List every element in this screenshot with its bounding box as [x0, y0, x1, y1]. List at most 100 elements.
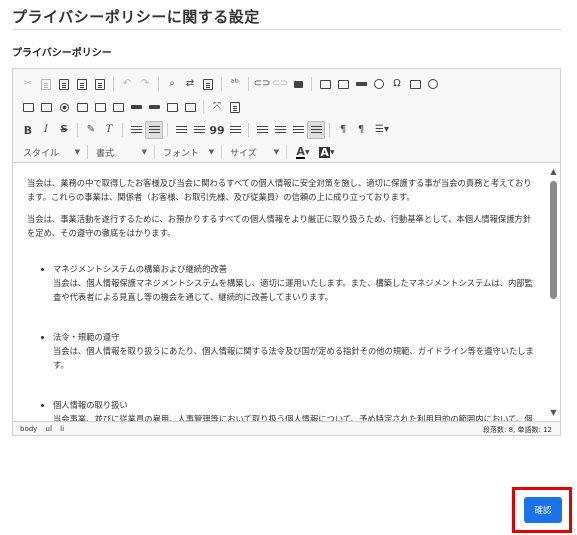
align-justify-icon[interactable] [307, 121, 325, 139]
toolbar-separator [122, 123, 123, 137]
list-item-body: 当会は、個人情報保護マネジメントシステムを構築し、適切に運用いたします。また、構… [53, 278, 533, 302]
style-combo-label: スタイル [23, 148, 60, 159]
remove-format-button[interactable]: T [100, 121, 118, 139]
strikethrough-button[interactable]: S [55, 121, 73, 139]
link-icon[interactable]: ⊂⊃ [253, 75, 271, 93]
confirm-button[interactable]: 確認 [524, 497, 562, 523]
horizontal-line-icon[interactable] [352, 75, 370, 93]
toolbar-separator [113, 77, 114, 91]
toolbar-separator [248, 123, 249, 137]
undo-icon[interactable]: ↶ [118, 75, 136, 93]
text-color-button[interactable]: A ▼ [291, 143, 315, 161]
bold-button[interactable]: B [19, 121, 37, 139]
italic-button[interactable]: I [37, 121, 55, 139]
scroll-down-arrow-icon[interactable]: ▼ [549, 408, 558, 417]
div-container-icon[interactable] [226, 121, 244, 139]
image-button-icon[interactable] [145, 98, 163, 116]
element-path: body ul li [20, 425, 70, 433]
scroll-up-arrow-icon[interactable]: ▲ [549, 167, 558, 176]
clear-format-icon[interactable] [181, 98, 199, 116]
format-combo[interactable]: 書式 ▼ [92, 144, 150, 160]
blockquote-button[interactable]: 99 [208, 121, 226, 139]
scrollbar-thumb[interactable] [550, 181, 557, 299]
content-list: マネジメントシステムの構築および継続的改善 当会は、個人情報保護マネジメントシス… [53, 262, 534, 422]
content-paragraph: 当会は、事業活動を遂行するために、お預かりするすべての個人情報をより厳正に取り扱… [27, 214, 532, 238]
toolbar-separator [329, 123, 330, 137]
path-ul[interactable]: ul [46, 425, 52, 433]
list-item: 個人情報の取り扱い 当会事業、並びに従業員の雇用、人事管理等において取り扱う個人… [53, 398, 534, 422]
redo-icon[interactable]: ↷ [136, 75, 154, 93]
select-all-icon[interactable] [199, 75, 217, 93]
indent-icon[interactable] [190, 121, 208, 139]
chevron-down-icon: ▼ [273, 148, 279, 156]
toolbar-separator [158, 77, 159, 91]
text-field-icon[interactable] [73, 98, 91, 116]
unlink-icon[interactable]: ⊂⊃ [271, 75, 289, 93]
radio-icon[interactable] [55, 98, 73, 116]
editor-statusbar: body ul li 段落数: 8, 単語数: 12 [13, 421, 560, 435]
find-icon[interactable]: ⌕ [163, 75, 181, 93]
language-dropdown-icon[interactable]: ☰▾ [370, 121, 394, 139]
list-item: 法令・規範の遵守 当会は、個人情報を取り扱うにあたり、個人情報に関する法令及び国… [53, 330, 534, 372]
align-left-icon[interactable] [253, 121, 271, 139]
spellcheck-icon[interactable]: ᵃᵇ [226, 75, 244, 93]
toolbar-separator [286, 145, 287, 159]
select-field-icon[interactable] [109, 98, 127, 116]
editor-scrollbar[interactable]: ▲ ▼ [549, 167, 558, 417]
rich-text-editor[interactable]: ✂ ↶ ↷ ⌕ ⇄ ᵃᵇ ⊂⊃ ⊂⊃ Ω ⤧ B I S ✎ T 99 ¶ ¶ … [12, 68, 561, 436]
toolbar-separator [167, 123, 168, 137]
table-icon[interactable] [334, 75, 352, 93]
chevron-down-icon: ▼ [141, 148, 147, 156]
paste-icon[interactable] [55, 75, 73, 93]
toolbar-separator [87, 145, 88, 159]
hidden-field-icon[interactable] [163, 98, 181, 116]
size-combo-label: サイズ [230, 148, 257, 159]
background-color-button[interactable]: A ▼ [315, 143, 339, 161]
toolbar-separator [154, 145, 155, 159]
button-field-icon[interactable] [127, 98, 145, 116]
page-break-icon[interactable] [406, 75, 424, 93]
toolbar-separator [311, 77, 312, 91]
maximize-icon[interactable]: ⤧ [208, 98, 226, 116]
cut-icon[interactable]: ✂ [19, 75, 37, 93]
paste-text-icon[interactable] [73, 75, 91, 93]
paste-word-icon[interactable] [91, 75, 109, 93]
numbered-list-icon[interactable] [127, 121, 145, 139]
title-divider [12, 29, 561, 30]
size-combo[interactable]: サイズ ▼ [226, 144, 282, 160]
path-body[interactable]: body [20, 425, 37, 433]
iframe-globe-icon[interactable] [424, 75, 442, 93]
rtl-direction-icon[interactable]: ¶ [352, 121, 370, 139]
toolbar-row-3: B I S ✎ T 99 ¶ ¶ ☰▾ [19, 121, 394, 139]
smiley-icon[interactable] [370, 75, 388, 93]
page-title: プライバシーポリシーに関する設定 [12, 8, 260, 26]
list-item: マネジメントシステムの構築および継続的改善 当会は、個人情報保護マネジメントシス… [53, 262, 534, 304]
editor-content[interactable]: 当会は、業務の中で取得したお客様及び当会に関わるすべての個人情報に安全対策を施し… [13, 164, 548, 422]
replace-icon[interactable]: ⇄ [181, 75, 199, 93]
copy-icon[interactable] [37, 75, 55, 93]
form-icon[interactable] [19, 98, 37, 116]
checkbox-icon[interactable] [37, 98, 55, 116]
image-icon[interactable] [316, 75, 334, 93]
style-combo[interactable]: スタイル ▼ [19, 144, 83, 160]
anchor-flag-icon[interactable] [289, 75, 307, 93]
chevron-down-icon: ▼ [208, 148, 214, 156]
word-count: 段落数: 8, 単語数: 12 [483, 426, 552, 434]
special-char-icon[interactable]: Ω [388, 75, 406, 93]
ltr-direction-icon[interactable]: ¶ [334, 121, 352, 139]
list-item-body: 当会は、個人情報を取り扱うにあたり、個人情報に関する法令及び国が定める指針その他… [53, 346, 534, 370]
path-li[interactable]: li [60, 425, 64, 433]
toolbar-separator [248, 77, 249, 91]
show-blocks-icon[interactable] [226, 98, 244, 116]
textarea-icon[interactable] [91, 98, 109, 116]
font-combo[interactable]: フォント ▼ [159, 144, 217, 160]
font-combo-label: フォント [163, 148, 200, 159]
list-item-title: マネジメントシステムの構築および継続的改善 [53, 264, 227, 274]
toolbar-row-4: スタイル ▼ 書式 ▼ フォント ▼ サイズ ▼ A ▼ A ▼ [19, 143, 339, 161]
toolbar-separator [203, 100, 204, 114]
copy-format-brush-icon[interactable]: ✎ [82, 121, 100, 139]
outdent-icon[interactable] [172, 121, 190, 139]
align-center-icon[interactable] [271, 121, 289, 139]
align-right-icon[interactable] [289, 121, 307, 139]
bulleted-list-icon[interactable] [145, 121, 163, 139]
